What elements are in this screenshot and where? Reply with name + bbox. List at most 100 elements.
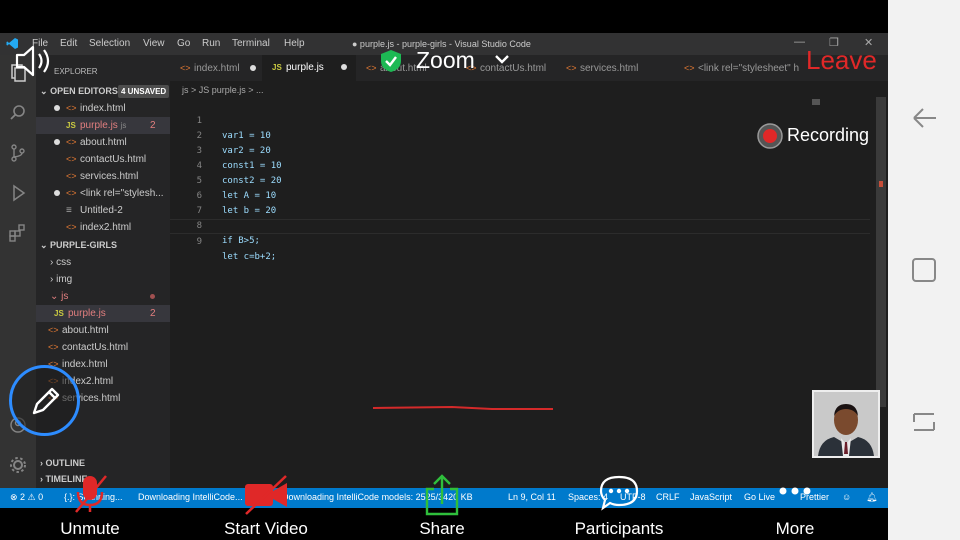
minimize-icon[interactable]: —	[794, 36, 805, 48]
pencil-icon	[32, 387, 60, 415]
share-button[interactable]: Share	[402, 470, 482, 540]
participants-button[interactable]: Participants	[564, 470, 674, 540]
code-line: 6 let b = 20	[170, 174, 870, 216]
start-video-button[interactable]: Start Video	[216, 470, 316, 540]
shared-screen: File Edit Selection View Go Run Terminal…	[0, 33, 888, 508]
html-file-icon: <>	[66, 222, 77, 232]
code-line: 1 var1 = 10	[170, 99, 870, 141]
html-file-icon: <>	[180, 63, 191, 73]
html-file-icon: <>	[48, 342, 59, 352]
recent-apps-icon[interactable]	[910, 408, 938, 436]
meeting-toolbar: Unmute Start Video Share Participants Mo…	[0, 470, 888, 540]
menu-go[interactable]: Go	[177, 38, 190, 49]
code-editor[interactable]: 1 var1 = 10 2 var2 = 20 3 const1 = 10 4 …	[170, 97, 878, 490]
breadcrumb[interactable]: js > JS purple.js > ...	[182, 85, 264, 95]
search-icon[interactable]	[8, 103, 28, 123]
open-editor-item[interactable]: ≡ Untitled-2	[36, 202, 170, 219]
tab-link-stylesheet[interactable]: <> <link rel="stylesheet" h	[674, 55, 804, 81]
chevron-down-icon: ⌄	[50, 291, 62, 302]
editor-tabbar: <> index.html JS purple.js <> about.html <>…	[170, 55, 888, 81]
participants-icon	[599, 475, 639, 511]
html-file-icon: <>	[66, 188, 77, 198]
explorer-title: EXPLORER	[54, 67, 98, 76]
folder-hint: js	[120, 121, 127, 130]
code-text: let c=b+2;	[222, 252, 277, 262]
tab-index-html[interactable]: <> index.html	[170, 55, 262, 81]
file-item[interactable]: <> contactUs.html	[36, 339, 170, 356]
unsaved-dot-icon	[54, 139, 60, 146]
js-file-icon: JS	[272, 63, 282, 72]
menu-selection[interactable]: Selection	[89, 38, 130, 49]
encryption-shield-icon[interactable]	[379, 49, 403, 73]
unmute-label: Unmute	[60, 519, 120, 538]
run-debug-icon[interactable]	[8, 183, 28, 203]
unsaved-dot-icon	[54, 190, 60, 197]
annotation-stroke	[372, 405, 553, 410]
annotate-button[interactable]	[9, 365, 80, 436]
open-editor-item[interactable]: <> services.html	[36, 168, 170, 185]
project-header[interactable]: ⌄ PURPLE-GIRLS	[36, 237, 170, 254]
zoom-meeting-screen: File Edit Selection View Go Run Terminal…	[0, 0, 960, 540]
recording-indicator	[756, 122, 784, 149]
code-line: 7	[170, 189, 870, 216]
menu-run[interactable]: Run	[202, 38, 220, 49]
more-button[interactable]: More	[755, 470, 835, 540]
meeting-title[interactable]: Zoom	[416, 47, 475, 74]
html-file-icon: <>	[684, 63, 695, 73]
folder-item[interactable]: › css	[36, 254, 170, 271]
html-file-icon: <>	[66, 171, 77, 181]
tab-purple-js[interactable]: JS purple.js	[262, 55, 356, 81]
code-text: if B>5;	[222, 236, 260, 246]
html-file-icon: <>	[366, 63, 377, 73]
participants-label: Participants	[574, 519, 664, 538]
folder-item-open[interactable]: ⌄ js	[36, 288, 170, 305]
menu-view[interactable]: View	[143, 38, 165, 49]
chevron-down-icon[interactable]	[494, 53, 510, 65]
unsaved-dot-icon	[54, 105, 60, 112]
speaker-icon[interactable]	[14, 44, 54, 78]
text-file-icon: ≡	[66, 205, 72, 216]
share-icon	[425, 474, 459, 516]
outline-header[interactable]: › OUTLINE	[40, 458, 85, 468]
html-file-icon: <>	[48, 325, 59, 335]
menu-help[interactable]: Help	[284, 38, 305, 49]
html-file-icon: <>	[66, 103, 77, 113]
editor-scrollbar[interactable]	[876, 97, 886, 407]
unmute-button[interactable]: Unmute	[50, 470, 130, 540]
recording-label: Recording	[787, 125, 870, 145]
code-line: 8 if B>5;	[170, 204, 870, 246]
js-file-icon: JS	[54, 309, 64, 318]
unsaved-dot-icon	[250, 65, 257, 72]
start-video-label: Start Video	[224, 519, 308, 538]
modified-dot-icon	[150, 294, 155, 299]
participant-video-thumbnail[interactable]	[812, 390, 880, 458]
tab-services-html[interactable]: <> services.html	[556, 55, 674, 81]
video-off-icon	[245, 475, 287, 515]
folder-item[interactable]: › img	[36, 271, 170, 288]
open-editor-item[interactable]: <> contactUs.html	[36, 151, 170, 168]
menu-terminal[interactable]: Terminal	[232, 38, 270, 49]
unsaved-badge: 4 UNSAVED	[118, 85, 170, 98]
mic-muted-icon	[75, 475, 107, 513]
open-editor-item[interactable]: <> <link rel="stylesh...	[36, 185, 170, 202]
problem-count: 2	[150, 120, 156, 131]
open-editors-header[interactable]: ⌄ OPEN EDITORS 4 UNSAVED	[36, 83, 170, 100]
open-editor-item[interactable]: <> about.html	[36, 134, 170, 151]
file-item[interactable]: <> about.html	[36, 322, 170, 339]
back-icon[interactable]	[910, 104, 938, 132]
menu-edit[interactable]: Edit	[60, 38, 77, 49]
file-item-active[interactable]: JS purple.js 2	[36, 305, 170, 322]
extensions-icon[interactable]	[8, 223, 28, 243]
open-editor-item[interactable]: <> index.html	[36, 100, 170, 117]
js-file-icon: JS	[66, 121, 76, 130]
source-control-icon[interactable]	[8, 143, 28, 163]
minimap-content	[812, 99, 820, 105]
problem-count: 2	[150, 308, 156, 319]
home-icon[interactable]	[910, 256, 938, 284]
leave-button[interactable]: Leave	[806, 45, 877, 76]
line-number: 9	[196, 237, 202, 247]
open-editor-item-active[interactable]: JS purple.js js 2	[36, 117, 170, 134]
record-icon	[757, 123, 783, 149]
error-marker	[879, 181, 883, 187]
open-editor-item[interactable]: <> index2.html	[36, 219, 170, 236]
